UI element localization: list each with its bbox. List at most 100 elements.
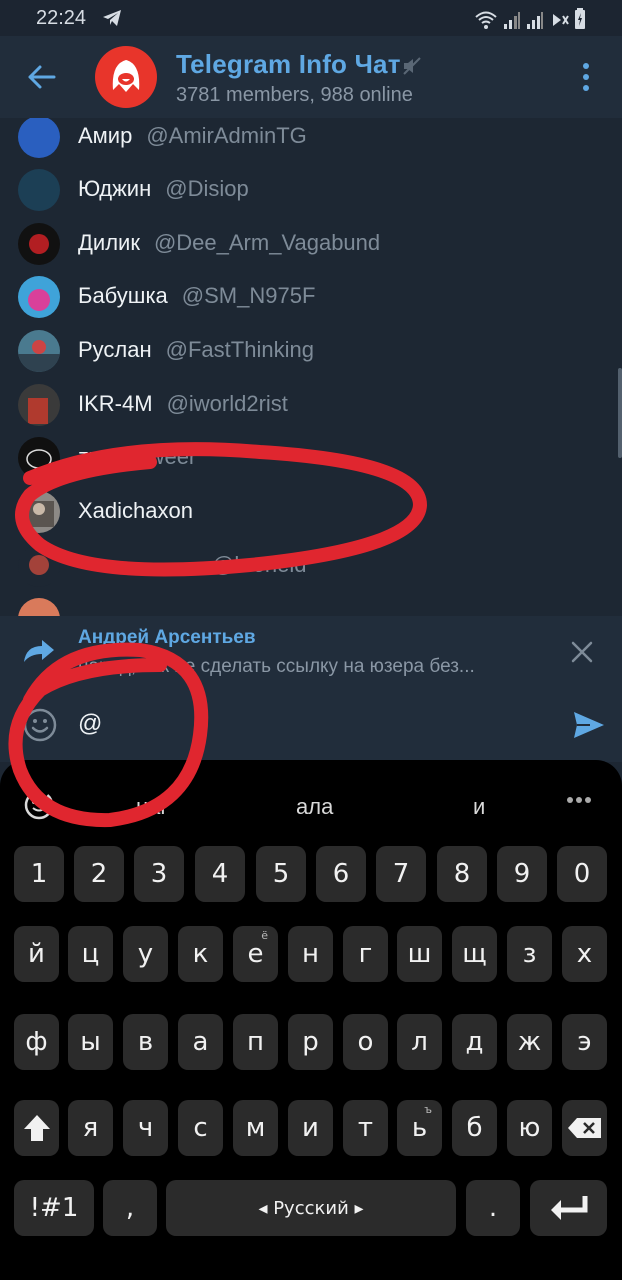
key-letter[interactable]: ф	[14, 1014, 59, 1070]
key-letter[interactable]: э	[562, 1014, 607, 1070]
key-letter[interactable]: н	[288, 926, 333, 982]
key-2[interactable]: 2	[74, 846, 124, 902]
send-icon[interactable]	[572, 710, 606, 740]
suggestion-2[interactable]: ала	[296, 794, 333, 820]
key-letter[interactable]: ч	[123, 1100, 168, 1156]
key-letter[interactable]: щ	[452, 926, 497, 982]
suggestion-3[interactable]: и	[473, 794, 485, 820]
muted-icon	[403, 57, 421, 75]
mention-item[interactable]: Амир @AmirAdminTG	[0, 118, 622, 164]
scrollbar[interactable]	[618, 368, 622, 458]
key-letter[interactable]: г	[343, 926, 388, 982]
mute-vibrate-icon	[553, 14, 569, 26]
back-arrow-icon[interactable]	[26, 62, 56, 92]
more-icon[interactable]	[566, 796, 592, 804]
group-logo-icon	[112, 60, 140, 92]
mention-item[interactable]: Дилик @Dee_Arm_Vagabund	[0, 217, 622, 271]
mention-item[interactable]: IKR-4M @iworld2rist	[0, 378, 622, 432]
key-letter[interactable]: а	[178, 1014, 223, 1070]
key-letter-soft-sign[interactable]: ьъ	[397, 1100, 442, 1156]
suggestion-1[interactable]: наг	[136, 794, 168, 820]
key-3[interactable]: 3	[134, 846, 184, 902]
message-input[interactable]	[78, 706, 548, 742]
shift-key[interactable]	[14, 1100, 59, 1156]
mention-name: Бабушка @SM_N975F	[78, 283, 316, 308]
telegram-chat-screen: 22:24 Telegram Info Чат 3781 members, 98…	[0, 0, 622, 1280]
key-letter[interactable]: с	[178, 1100, 223, 1156]
mention-name: Юджин @Disiop	[78, 176, 249, 201]
mention-handle: @FastThinking	[165, 337, 314, 362]
key-9[interactable]: 9	[497, 846, 547, 902]
key-7[interactable]: 7	[376, 846, 426, 902]
mention-item[interactable]	[0, 592, 622, 616]
key-letter[interactable]: д	[452, 1014, 497, 1070]
mention-handle: @AmirAdminTG	[146, 123, 307, 148]
mention-item[interactable]: @kroneid	[0, 539, 622, 593]
avatar	[18, 545, 60, 587]
key-letter[interactable]: у	[123, 926, 168, 982]
more-menu-icon[interactable]	[580, 62, 592, 92]
key-8[interactable]: 8	[437, 846, 487, 902]
status-icons	[474, 8, 586, 30]
key-letter[interactable]: ы	[68, 1014, 113, 1070]
key-letter[interactable]: т	[343, 1100, 388, 1156]
key-letter[interactable]: з	[507, 926, 552, 982]
period-key[interactable]: .	[466, 1180, 520, 1236]
mention-suggestions-list[interactable]: Амир @AmirAdminTG Юджин @Disiop Дилик @Dee_…	[0, 118, 622, 616]
avatar	[18, 384, 60, 426]
close-icon[interactable]	[570, 640, 594, 664]
key-1[interactable]: 1	[14, 846, 64, 902]
key-letter[interactable]: в	[123, 1014, 168, 1070]
mention-item[interactable]: zz @2weer	[0, 431, 622, 485]
key-letter[interactable]: ш	[397, 926, 442, 982]
key-5[interactable]: 5	[256, 846, 306, 902]
key-letter[interactable]: к	[178, 926, 223, 982]
space-key[interactable]: ◂ Русский ▸	[166, 1180, 456, 1236]
emoji-icon[interactable]	[23, 708, 57, 742]
key-letter[interactable]: п	[233, 1014, 278, 1070]
chat-title[interactable]: Telegram Info Чат	[176, 49, 401, 80]
status-bar: 22:24	[0, 0, 622, 36]
key-letter[interactable]: я	[68, 1100, 113, 1156]
key-4[interactable]: 4	[195, 846, 245, 902]
mention-item[interactable]: Бабушка @SM_N975F	[0, 270, 622, 324]
reply-author: Андрей Арсентьев	[78, 627, 256, 648]
key-letter[interactable]: л	[397, 1014, 442, 1070]
avatar	[18, 169, 60, 211]
key-letter[interactable]: х	[562, 926, 607, 982]
reply-preview: Андрей Арсентьев народ, как не сделать с…	[0, 616, 622, 688]
key-letter[interactable]: б	[452, 1100, 497, 1156]
mention-name: Руслан @FastThinking	[78, 337, 314, 362]
avatar	[18, 223, 60, 265]
keyboard-emoji-icon[interactable]	[22, 788, 56, 822]
key-letter[interactable]: м	[233, 1100, 278, 1156]
reply-text: народ, как не сделать ссылку на юзера бе…	[78, 656, 475, 677]
key-letter[interactable]: р	[288, 1014, 333, 1070]
mention-name: Амир @AmirAdminTG	[78, 123, 307, 148]
mention-item[interactable]: Руслан @FastThinking	[0, 324, 622, 378]
key-0[interactable]: 0	[557, 846, 607, 902]
backspace-key[interactable]	[562, 1100, 607, 1156]
key-letter[interactable]: и	[288, 1100, 333, 1156]
mention-item-xadichaxon[interactable]: Xadichaxon	[0, 485, 622, 539]
message-composer	[0, 688, 622, 762]
key-6[interactable]: 6	[316, 846, 366, 902]
group-avatar[interactable]	[95, 46, 157, 108]
key-letter[interactable]: ю	[507, 1100, 552, 1156]
comma-key[interactable]: ,	[103, 1180, 157, 1236]
key-letter[interactable]: о	[343, 1014, 388, 1070]
key-hint: ё	[261, 929, 268, 942]
mention-item[interactable]: Юджин @Disiop	[0, 163, 622, 217]
suggestion-bar: наг ала и	[0, 760, 622, 848]
backspace-icon	[567, 1118, 601, 1138]
key-letter[interactable]: ц	[68, 926, 113, 982]
key-letter-e[interactable]: её	[233, 926, 278, 982]
enter-key[interactable]	[530, 1180, 607, 1236]
battery-icon	[575, 8, 585, 29]
symbols-key[interactable]: !#1	[14, 1180, 94, 1236]
key-letter[interactable]: ж	[507, 1014, 552, 1070]
wifi-icon	[475, 11, 497, 29]
avatar	[18, 437, 60, 479]
key-letter[interactable]: й	[14, 926, 59, 982]
language-label: ◂ Русский ▸	[258, 1197, 364, 1219]
